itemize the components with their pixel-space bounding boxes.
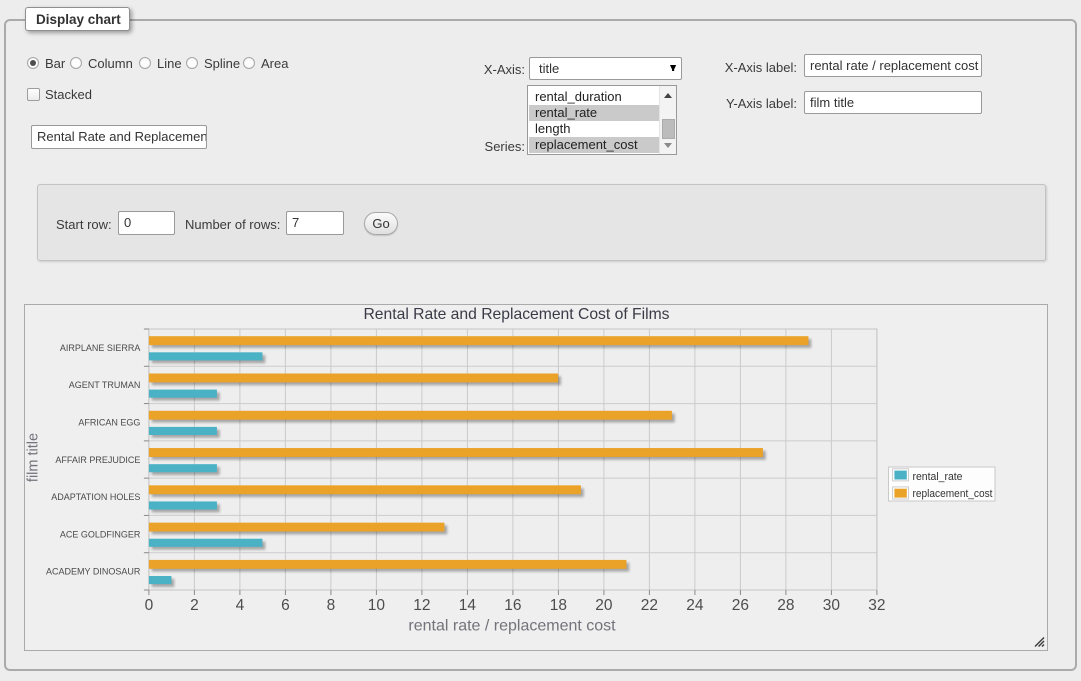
svg-text:4: 4 (236, 597, 245, 614)
svg-text:12: 12 (413, 597, 430, 614)
svg-text:30: 30 (823, 597, 841, 614)
svg-text:32: 32 (868, 597, 885, 614)
svg-text:10: 10 (368, 597, 386, 614)
svg-text:AGENT TRUMAN: AGENT TRUMAN (69, 380, 141, 390)
svg-text:rental_rate: rental_rate (913, 471, 963, 483)
svg-text:28: 28 (777, 597, 794, 614)
svg-text:20: 20 (595, 597, 613, 614)
svg-text:16: 16 (504, 597, 521, 614)
svg-text:AIRPLANE SIERRA: AIRPLANE SIERRA (60, 343, 141, 353)
svg-text:ACADEMY DINOSAUR: ACADEMY DINOSAUR (46, 567, 141, 577)
svg-text:replacement_cost: replacement_cost (913, 488, 993, 500)
svg-text:ACE GOLDFINGER: ACE GOLDFINGER (60, 529, 141, 539)
svg-text:film title: film title (26, 433, 42, 482)
svg-text:6: 6 (281, 597, 290, 614)
svg-text:Rental Rate and Replacement Co: Rental Rate and Replacement Cost of Film… (363, 306, 669, 323)
svg-text:rental rate / replacement cost: rental rate / replacement cost (408, 618, 616, 635)
svg-text:AFRICAN EGG: AFRICAN EGG (78, 418, 140, 428)
svg-text:22: 22 (641, 597, 658, 614)
svg-text:26: 26 (732, 597, 749, 614)
svg-text:14: 14 (459, 597, 477, 614)
svg-text:18: 18 (550, 597, 567, 614)
svg-text:8: 8 (327, 597, 336, 614)
svg-text:24: 24 (686, 597, 704, 614)
svg-text:AFFAIR PREJUDICE: AFFAIR PREJUDICE (55, 455, 140, 465)
svg-text:0: 0 (145, 597, 154, 614)
svg-text:ADAPTATION HOLES: ADAPTATION HOLES (51, 492, 140, 502)
svg-text:2: 2 (190, 597, 199, 614)
